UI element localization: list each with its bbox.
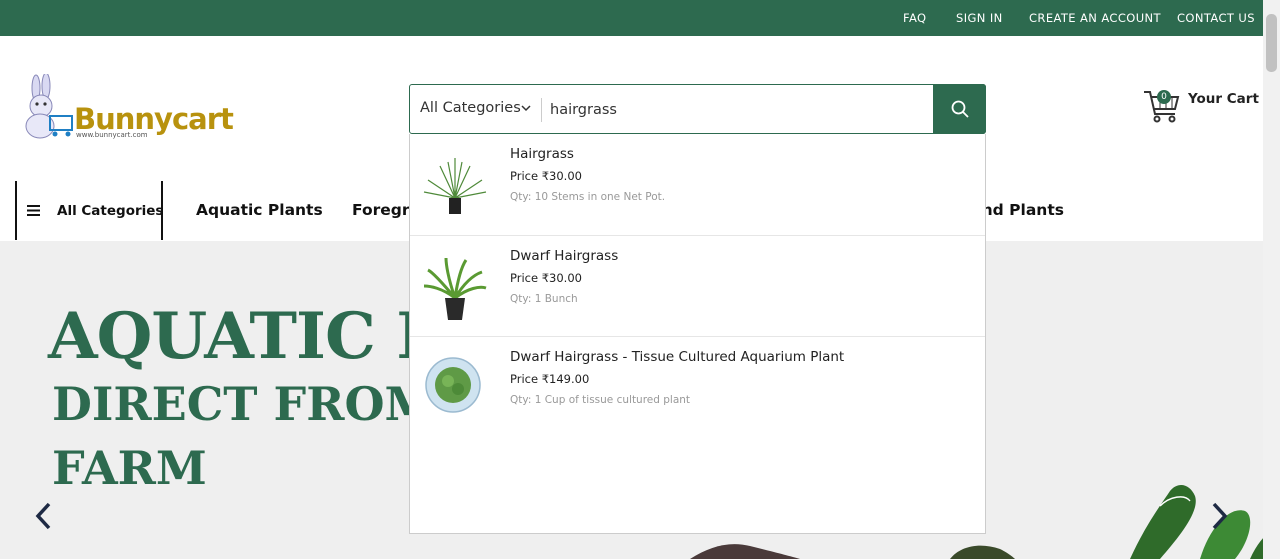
- arrow-right-icon[interactable]: [1208, 501, 1230, 531]
- faq-link[interactable]: FAQ: [903, 11, 926, 25]
- result-price: Price ₹149.00: [510, 372, 590, 386]
- search-category-select[interactable]: All Categories: [420, 100, 521, 116]
- result-name: Dwarf Hairgrass: [510, 248, 619, 264]
- scrollbar-thumb[interactable]: [1266, 14, 1277, 72]
- contact-us-link[interactable]: CONTACT US: [1177, 11, 1255, 25]
- result-name: Hairgrass: [510, 146, 574, 162]
- dwarf-hairgrass-thumbnail: [423, 257, 487, 320]
- search-input[interactable]: [550, 97, 920, 123]
- nav-item-aquatic-plants[interactable]: Aquatic Plants: [196, 201, 323, 219]
- hairgrass-thumbnail: [423, 158, 487, 214]
- search-icon: [951, 100, 969, 118]
- hamburger-icon: [27, 205, 40, 216]
- page-scrollbar[interactable]: [1263, 0, 1280, 559]
- all-categories-label: All Categories: [57, 203, 164, 219]
- sign-in-link[interactable]: SIGN IN: [956, 11, 1003, 25]
- tissue-culture-cup-thumbnail: [425, 357, 481, 413]
- logo[interactable]: Bunnycart www.bunnycart.com: [18, 72, 234, 144]
- all-categories-menu[interactable]: All Categories: [15, 181, 163, 240]
- search-bar: All Categories: [409, 84, 986, 134]
- top-bar: FAQ SIGN IN CREATE AN ACCOUNT CONTACT US: [0, 0, 1280, 36]
- arrow-left-icon[interactable]: [33, 501, 55, 531]
- logo-url: www.bunnycart.com: [76, 131, 148, 139]
- result-name: Dwarf Hairgrass - Tissue Cultured Aquari…: [510, 349, 845, 365]
- hero-title-line3: FARM: [52, 441, 207, 495]
- result-qty: Qty: 1 Cup of tissue cultured plant: [510, 394, 691, 406]
- cart-label[interactable]: Your Cart: [1188, 91, 1259, 107]
- hero-title-line2: DIRECT FROM: [52, 377, 436, 431]
- search-button[interactable]: [933, 84, 986, 134]
- hero-title-line1: AQUATIC P: [48, 299, 444, 374]
- result-qty: Qty: 10 Stems in one Net Pot.: [510, 191, 666, 203]
- search-result-item[interactable]: Dwarf Hairgrass Price ₹30.00 Qty: 1 Bunc…: [410, 235, 985, 336]
- chevron-down-icon[interactable]: [520, 102, 532, 114]
- cart-button[interactable]: 0: [1142, 86, 1182, 126]
- search-result-item[interactable]: Dwarf Hairgrass - Tissue Cultured Aquari…: [410, 336, 985, 437]
- create-account-link[interactable]: CREATE AN ACCOUNT: [1029, 11, 1161, 25]
- search-results-dropdown: Hairgrass Price ₹30.00 Qty: 10 Stems in …: [409, 134, 986, 534]
- search-divider: [541, 98, 542, 122]
- result-price: Price ₹30.00: [510, 169, 582, 183]
- result-qty: Qty: 1 Bunch: [510, 293, 578, 305]
- cart-count-badge: 0: [1157, 90, 1171, 104]
- result-price: Price ₹30.00: [510, 271, 582, 285]
- search-result-item[interactable]: Hairgrass Price ₹30.00 Qty: 10 Stems in …: [410, 134, 985, 235]
